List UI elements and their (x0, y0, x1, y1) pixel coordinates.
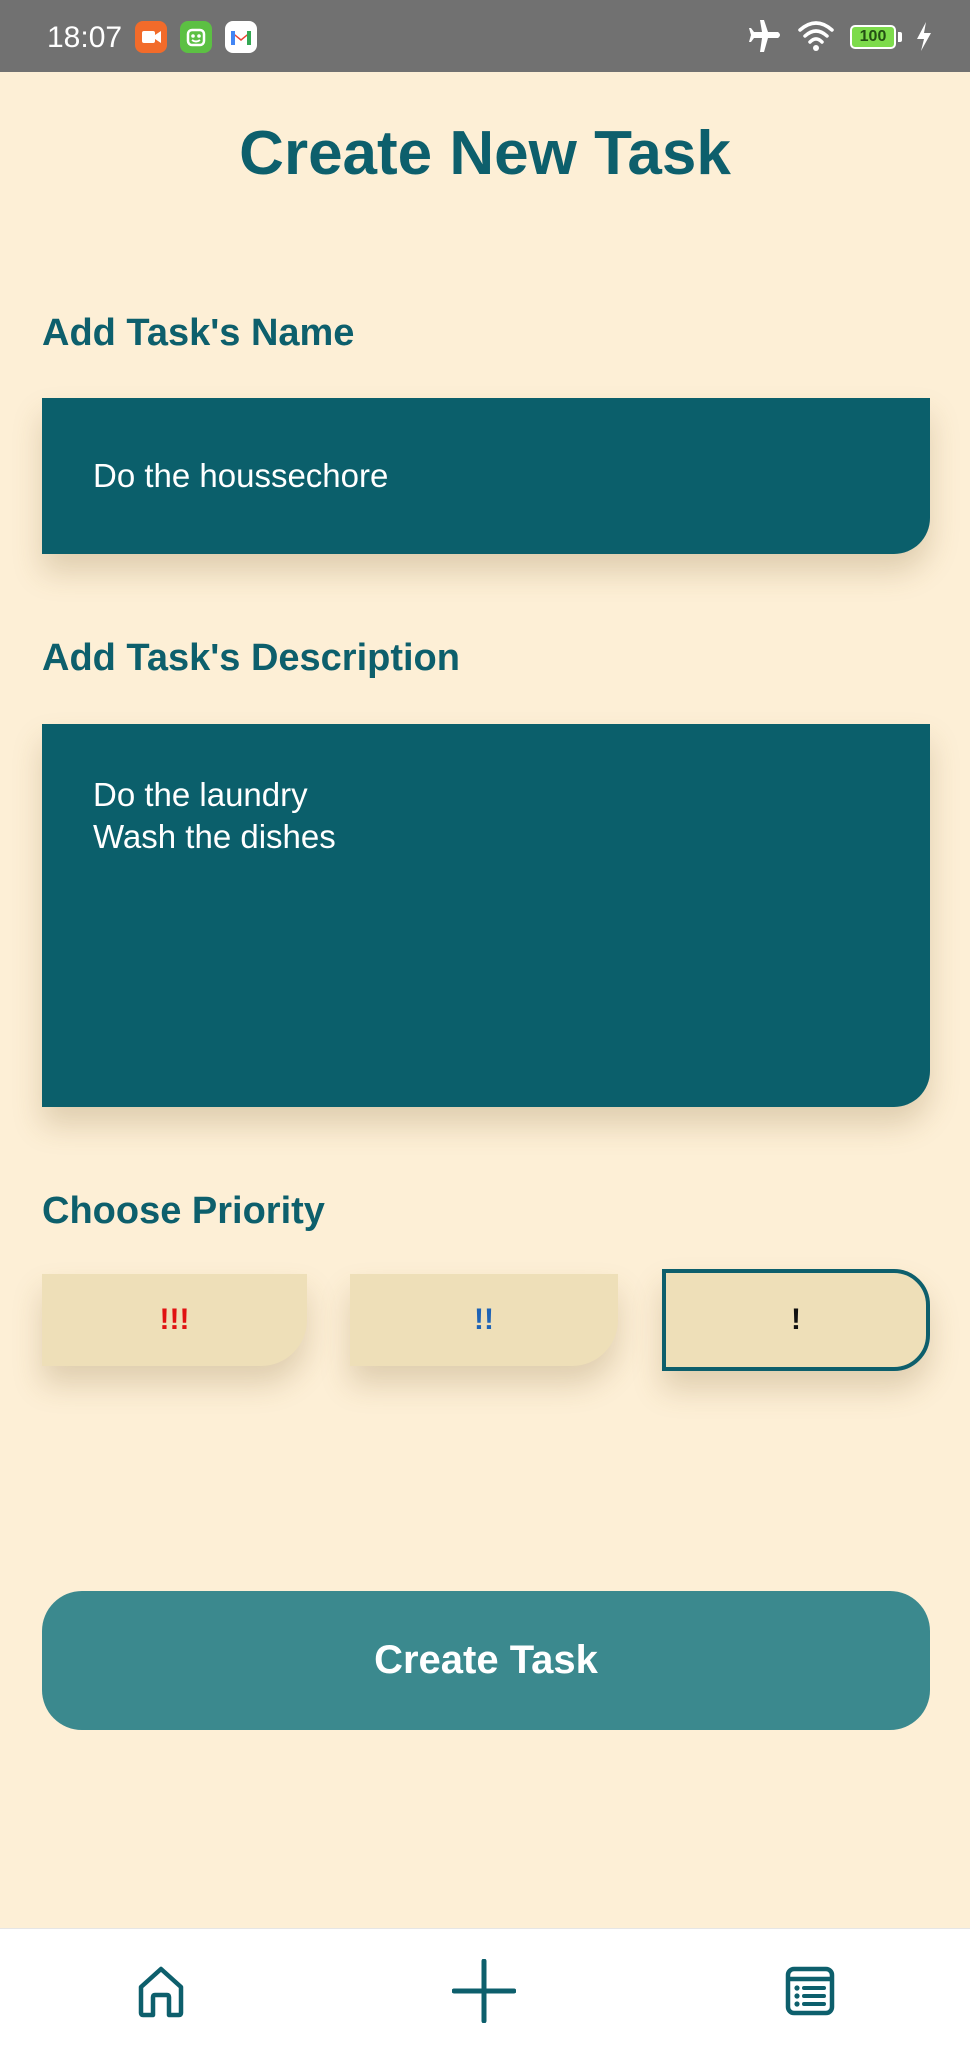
task-name-label: Add Task's Name (42, 312, 355, 354)
airplane-icon (748, 14, 784, 58)
task-description-label: Add Task's Description (42, 637, 460, 679)
task-list-icon[interactable] (778, 1959, 842, 2023)
battery-icon: 100 (850, 25, 896, 49)
battery-level: 100 (859, 28, 887, 45)
priority-high-button[interactable]: !!! (42, 1274, 307, 1366)
priority-medium-button[interactable]: !! (350, 1274, 618, 1366)
home-icon[interactable] (129, 1959, 193, 2023)
page-title: Create New Task (239, 119, 731, 188)
battery-tip (898, 32, 902, 42)
charging-icon (914, 14, 934, 58)
bottom-nav (0, 1928, 970, 2049)
task-description-input[interactable]: Do the laundry Wash the dishes (42, 724, 930, 1107)
task-name-input[interactable]: Do the houssechore (42, 398, 930, 554)
priority-label: Choose Priority (42, 1190, 325, 1232)
priority-low-button[interactable]: ! (662, 1269, 930, 1371)
create-task-button[interactable]: Create Task (42, 1591, 930, 1730)
bot-icon (180, 21, 212, 53)
gmail-icon (225, 21, 257, 53)
status-bar: 18:07 100 (0, 0, 970, 72)
meet-icon (135, 21, 167, 53)
status-time: 18:07 (47, 21, 123, 54)
wifi-icon (796, 14, 836, 58)
add-icon[interactable] (451, 1958, 517, 2024)
